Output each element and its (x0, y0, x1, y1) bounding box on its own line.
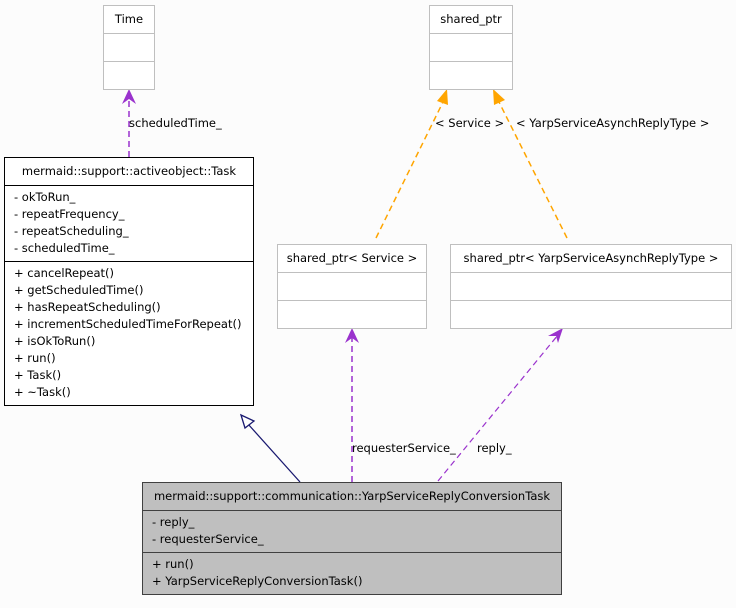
method: + incrementScheduledTimeForRepeat() (14, 317, 242, 331)
edge-template-service (375, 101, 444, 239)
edge-label-reply: reply_ (477, 441, 512, 455)
class-attributes: - reply_ - requesterService_ (143, 510, 561, 552)
edge-label-scheduled-time: scheduledTime_ (129, 116, 222, 130)
class-methods: + run() + YarpServiceReplyConversionTask… (143, 552, 561, 594)
arrowhead-inheritance (239, 413, 256, 430)
class-title: Time (114, 12, 144, 26)
edge-reply (437, 334, 559, 482)
class-attributes: - okToRun_ - repeatFrequency_ - repeatSc… (5, 185, 253, 261)
class-methods: + cancelRepeat() + getScheduledTime() + … (5, 261, 253, 405)
class-title: mermaid::support::communication::YarpSer… (153, 489, 551, 503)
class-node-conversion-task[interactable]: mermaid::support::communication::YarpSer… (142, 482, 562, 595)
attribute: - okToRun_ (14, 190, 76, 204)
method: + run() (14, 351, 56, 365)
class-title: shared_ptr< YarpServiceAsynchReplyType > (463, 251, 719, 265)
attribute: - scheduledTime_ (14, 241, 115, 255)
edge-label-requester-service: requesterService_ (352, 441, 456, 455)
attribute: - repeatScheduling_ (14, 224, 129, 238)
method: + hasRepeatScheduling() (14, 300, 161, 314)
class-node-shared-ptr[interactable]: shared_ptr (429, 5, 513, 90)
class-node-shared-ptr-reply[interactable]: shared_ptr< YarpServiceAsynchReplyType > (450, 244, 732, 329)
class-title: shared_ptr< Service > (286, 251, 418, 265)
arrowhead-reply (548, 328, 563, 343)
edge-inheritance (247, 423, 301, 483)
class-methods (451, 300, 731, 328)
class-attributes (451, 272, 731, 300)
edge-label-template-reply: < YarpServiceAsynchReplyType > (516, 116, 710, 130)
method: + ~Task() (14, 385, 71, 399)
class-node-time[interactable]: Time (103, 5, 155, 90)
edge-label-template-service: < Service > (435, 116, 505, 130)
class-methods (104, 61, 154, 89)
method: + Task() (14, 368, 62, 382)
class-attributes (104, 33, 154, 61)
attribute: - requesterService_ (152, 532, 264, 546)
class-methods (278, 300, 426, 328)
class-title: mermaid::support::activeobject::Task (21, 164, 237, 178)
class-title: shared_ptr (440, 12, 502, 26)
class-attributes (430, 33, 512, 61)
arrowhead-template-reply (493, 89, 505, 105)
class-methods (430, 61, 512, 89)
method: + getScheduledTime() (14, 283, 144, 297)
class-node-task[interactable]: mermaid::support::activeobject::Task - o… (4, 157, 254, 406)
method: + run() (152, 557, 194, 571)
method: + cancelRepeat() (14, 266, 114, 280)
arrowhead-template-service (437, 89, 448, 105)
attribute: - reply_ (152, 515, 195, 529)
class-node-shared-ptr-service[interactable]: shared_ptr< Service > (277, 244, 427, 329)
class-attributes (278, 272, 426, 300)
method: + isOkToRun() (14, 334, 96, 348)
attribute: - repeatFrequency_ (14, 207, 125, 221)
method: + YarpServiceReplyConversionTask() (152, 574, 363, 588)
